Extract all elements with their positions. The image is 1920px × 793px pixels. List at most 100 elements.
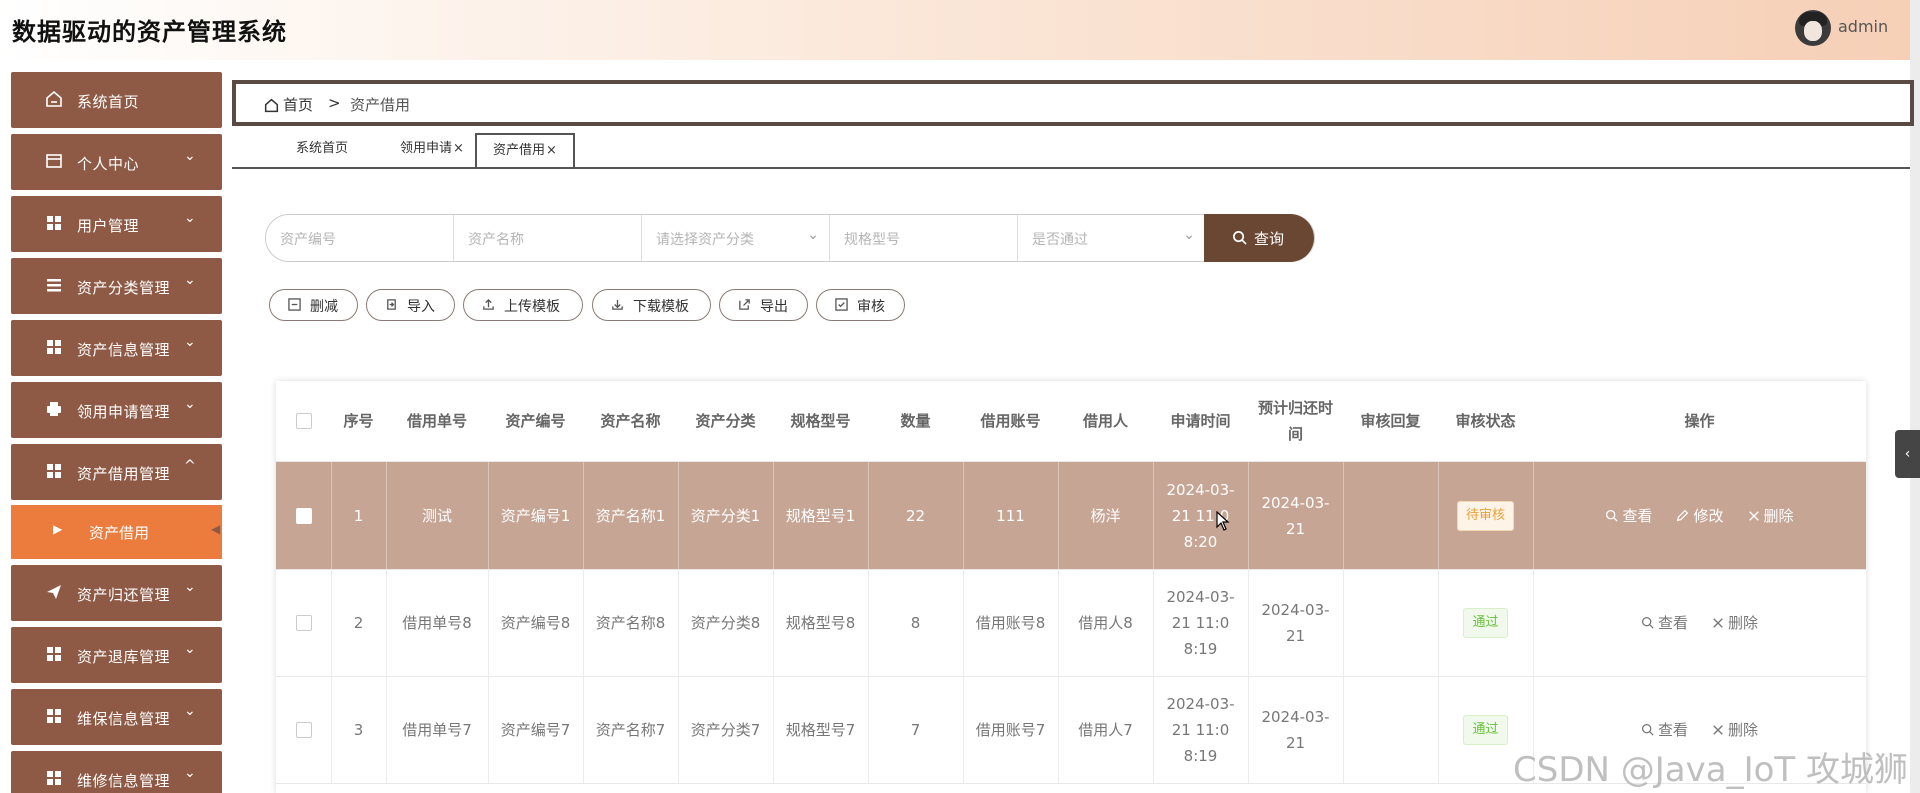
tab-requisition[interactable]: 领用申请× [382,133,482,165]
select-all-cell [276,381,331,461]
export-icon [739,299,750,310]
cell-asset-name: 资产名称8 [595,613,666,632]
cell-index: 2 [353,613,364,632]
sidebar-item-personal[interactable]: 个人中心 ⌄ [11,134,222,190]
close-icon[interactable]: × [546,143,557,158]
card-icon [46,154,62,168]
sidebar-item-asset-category[interactable]: 资产分类管理 ⌄ [11,258,222,314]
search-button[interactable]: 查询 [1204,214,1314,262]
row-checkbox[interactable] [295,507,312,524]
watermark: CSDN @Java_IoT 攻城狮 [1513,750,1908,790]
view-button[interactable]: 查看 [1641,610,1688,636]
sidebar-item-warranty[interactable]: 维保信息管理 ⌄ [11,689,222,745]
asset-code-input[interactable]: 资产编号 [266,215,454,261]
close-icon [1713,617,1723,628]
cell-apply-time: 2024-03-21 11:08:19 [1166,694,1235,765]
delete-row-button[interactable]: 删除 [1712,717,1758,743]
import-icon [387,299,396,310]
cell-asset-code: 资产编号7 [500,720,571,739]
header-borrower: 借用人 [1082,412,1128,430]
cell-return-time: 2024-03-21 [1261,600,1330,645]
cell-spec: 规格型号8 [785,613,856,632]
select-all-checkbox[interactable] [295,413,312,429]
table-row[interactable]: 2 借用单号8 资产编号8 资产名称8 资产分类8 规格型号8 8 借用账号8 … [276,569,1866,676]
upload-template-button[interactable]: 上传模板 [463,289,583,321]
sidebar-item-users[interactable]: 用户管理 ⌄ [11,196,222,252]
chevron-down-icon: ⌄ [184,579,196,595]
audit-button[interactable]: 审核 [816,289,905,321]
export-button[interactable]: 导出 [719,289,808,321]
cell-borrower: 借用人8 [1078,613,1133,632]
close-icon[interactable]: × [453,141,464,156]
passed-select[interactable]: 是否通过 ⌄ [1018,215,1205,261]
view-button[interactable]: 查看 [1605,503,1652,529]
top-header: 数据驱动的资产管理系统 admin [0,0,1920,60]
sidebar-item-label: 领用申请管理 [77,403,171,421]
edit-button[interactable]: 修改 [1676,503,1724,529]
sidebar-subitem-asset-borrow[interactable]: ▶ 资产借用 ◀ [11,505,222,559]
close-icon [1748,510,1759,521]
sidebar-item-label: 资产借用 [89,524,150,542]
chevron-down-icon: ⌄ [184,765,196,781]
chevron-left-icon: ‹ [1904,446,1911,462]
cell-ops: 查看 删除 [1533,569,1866,676]
cell-ops: 查看 修改 删除 [1533,462,1866,569]
sidebar-item-label: 用户管理 [77,217,140,235]
sidebar-item-repair[interactable]: 维修信息管理 ⌄ [11,751,222,793]
asset-name-input[interactable]: 资产名称 [454,215,642,261]
tab-asset-borrow[interactable]: 资产借用× [475,133,575,168]
cell-apply-time: 2024-03-21 11:08:19 [1166,587,1235,658]
username[interactable]: admin [1838,17,1888,36]
sidebar-item-withdraw[interactable]: 资产退库管理 ⌄ [11,627,222,683]
cell-asset-category: 资产分类7 [690,720,761,739]
download-template-button[interactable]: 下载模板 [592,289,711,321]
sidebar-item-return[interactable]: 资产归还管理 ⌄ [11,565,222,621]
import-button[interactable]: 导入 [366,289,455,321]
table-row[interactable]: 1 测试 资产编号1 资产名称1 资产分类1 规格型号1 22 111 杨洋 2… [276,462,1866,569]
delete-row-button[interactable]: 删除 [1712,610,1758,636]
sidebar-item-home[interactable]: 系统首页 [11,72,222,128]
tab-home[interactable]: 系统首页 [272,133,372,165]
cell-borrow-no: 测试 [421,506,452,525]
breadcrumb-home[interactable]: 首页 [264,94,313,115]
sidebar-item-label: 个人中心 [77,155,140,173]
sidebar-item-requisition[interactable]: 领用申请管理 ⌄ [11,382,222,438]
chevron-down-icon: ⌄ [184,210,196,226]
home-icon [46,90,62,107]
chevron-down-icon: ⌄ [184,272,196,288]
sidebar-item-asset-info[interactable]: 资产信息管理 ⌄ [11,320,222,376]
delete-label: 删除 [1728,613,1759,632]
collapse-panel-button[interactable]: ‹ [1895,430,1920,478]
spec-model-input[interactable]: 规格型号 [830,215,1018,261]
delete-button-label: 删减 [310,299,338,315]
sidebar-item-label: 维修信息管理 [77,772,171,790]
cell-asset-code: 资产编号8 [500,613,571,632]
row-checkbox[interactable] [295,614,312,631]
asset-category-select[interactable]: 请选择资产分类 ⌄ [642,215,830,261]
delete-button[interactable]: 删减 [269,289,358,321]
header-asset-name: 资产名称 [600,412,661,430]
view-button[interactable]: 查看 [1641,717,1688,743]
delete-row-button[interactable]: 删除 [1748,503,1794,529]
grid-icon [47,340,61,354]
table-header-row: 序号 借用单号 资产编号 资产名称 资产分类 规格型号 数量 借用账号 借用人 … [276,381,1866,461]
header-ops: 操作 [1684,412,1715,430]
search-icon [1641,723,1654,736]
cell-account: 111 [996,506,1025,525]
asset-category-placeholder: 请选择资产分类 [656,232,754,248]
cell-index: 1 [353,506,364,525]
header-quantity: 数量 [900,412,931,430]
chevron-down-icon: ⌄ [184,641,196,657]
caret-right-icon: ▶ [53,522,63,536]
check-square-icon [835,298,848,311]
tab-divider [232,167,1910,169]
avatar[interactable] [1795,10,1831,46]
status-badge: 通过 [1463,714,1508,745]
grid-icon [47,709,61,723]
view-label: 查看 [1622,506,1653,525]
minus-square-icon [288,298,301,311]
list-icon [47,279,61,292]
sidebar-item-borrow-management[interactable]: 资产借用管理 ^ [11,444,222,500]
row-checkbox[interactable] [295,721,312,738]
sidebar: 系统首页 个人中心 ⌄ 用户管理 ⌄ 资产分类管理 ⌄ 资产信息管理 ⌄ 领用申… [11,72,222,793]
